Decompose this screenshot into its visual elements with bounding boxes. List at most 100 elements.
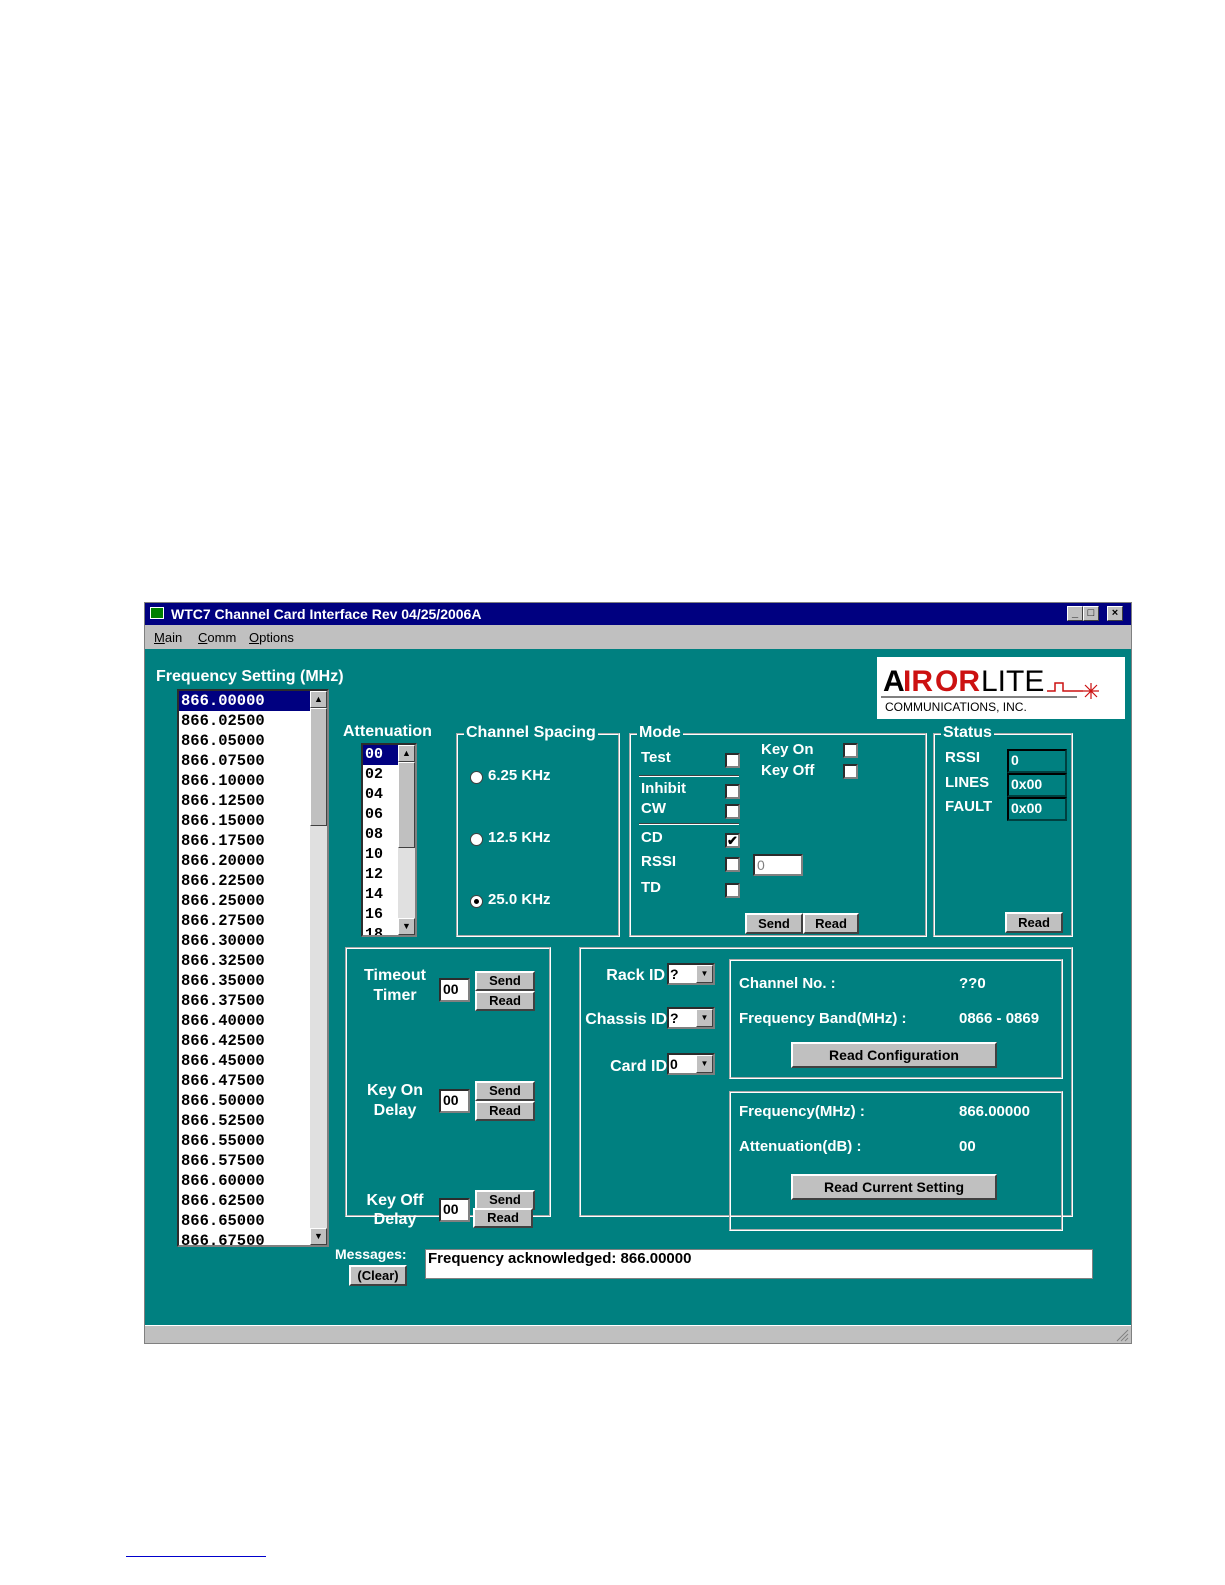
key-on-delay-label-1: Key On: [366, 1082, 423, 1099]
frequency-scrollbar[interactable]: ▲ ▼: [310, 691, 327, 1245]
menu-main[interactable]: Main: [154, 630, 182, 645]
frequency-list-item[interactable]: 866.05000: [179, 731, 327, 751]
read-configuration-button[interactable]: Read Configuration: [791, 1042, 997, 1068]
channel-no-value: ??0: [959, 975, 986, 992]
svg-text:COMMUNICATIONS, INC.: COMMUNICATIONS, INC.: [885, 700, 1027, 714]
app-icon[interactable]: [150, 607, 164, 619]
card-id-select[interactable]: 0 ▼: [667, 1053, 715, 1075]
key-on-label: Key On: [761, 741, 814, 758]
close-button[interactable]: ×: [1107, 606, 1123, 621]
timeout-send-button[interactable]: Send: [475, 971, 535, 991]
spacing-option-12-5: 12.5 KHz: [488, 829, 551, 846]
maximize-button[interactable]: □: [1083, 606, 1099, 621]
inhibit-checkbox[interactable]: [725, 784, 740, 799]
frequency-list-item[interactable]: 866.60000: [179, 1171, 327, 1191]
read-current-setting-button[interactable]: Read Current Setting: [791, 1174, 997, 1200]
footer-line: [126, 1556, 266, 1557]
messages-field[interactable]: Frequency acknowledged: 866.00000: [425, 1249, 1093, 1279]
mode-inhibit-label: Inhibit: [641, 780, 686, 797]
key-off-delay-field[interactable]: 00: [439, 1198, 470, 1222]
chevron-down-icon[interactable]: ▼: [696, 1009, 713, 1027]
frequency-list-item[interactable]: 866.40000: [179, 1011, 327, 1031]
frequency-list-item[interactable]: 866.67500: [179, 1231, 327, 1245]
scroll-down-icon[interactable]: ▼: [398, 918, 415, 935]
frequency-list-item[interactable]: 866.00000: [179, 691, 327, 711]
frequency-list-item[interactable]: 866.25000: [179, 891, 327, 911]
frequency-list-item[interactable]: 866.37500: [179, 991, 327, 1011]
mode-read-button[interactable]: Read: [803, 913, 859, 934]
frequency-list[interactable]: 866.00000 866.02500 866.05000 866.07500 866.…: [177, 689, 329, 1247]
clear-messages-button[interactable]: (Clear): [349, 1265, 407, 1286]
attenuation-label: Attenuation: [343, 723, 432, 740]
frequency-list-item[interactable]: 866.65000: [179, 1211, 327, 1231]
channel-spacing-label: Channel Spacing: [464, 724, 598, 742]
scroll-up-icon[interactable]: ▲: [310, 691, 327, 708]
frequency-list-item[interactable]: 866.62500: [179, 1191, 327, 1211]
frequency-list-item[interactable]: 866.50000: [179, 1091, 327, 1111]
frequency-list-item[interactable]: 866.20000: [179, 851, 327, 871]
scroll-thumb[interactable]: [398, 762, 415, 848]
frequency-list-item[interactable]: 866.47500: [179, 1071, 327, 1091]
frequency-list-item[interactable]: 866.45000: [179, 1051, 327, 1071]
cd-checkbox[interactable]: ✔: [725, 833, 740, 848]
frequency-list-item[interactable]: 866.10000: [179, 771, 327, 791]
frequency-list-item[interactable]: 866.57500: [179, 1151, 327, 1171]
chassis-id-select[interactable]: ? ▼: [667, 1007, 715, 1029]
mode-group: Mode Test Inhibit CW CD ✔ RSSI 0 TD Key …: [629, 724, 927, 937]
spacing-radio-25-0[interactable]: [470, 895, 483, 908]
minimize-button[interactable]: _: [1067, 606, 1083, 621]
menu-options[interactable]: Options: [249, 630, 294, 645]
frequency-list-item[interactable]: 866.27500: [179, 911, 327, 931]
frequency-list-item[interactable]: 866.52500: [179, 1111, 327, 1131]
key-off-label: Key Off: [761, 762, 815, 779]
scroll-up-icon[interactable]: ▲: [398, 745, 415, 762]
rack-id-select[interactable]: ? ▼: [667, 963, 715, 985]
spacing-radio-6-25[interactable]: [470, 771, 483, 784]
spacing-radio-12-5[interactable]: [470, 833, 483, 846]
status-bar: [145, 1325, 1131, 1343]
svg-text:A: A: [883, 665, 905, 698]
timeout-timer-field[interactable]: 00: [439, 978, 470, 1002]
frequency-list-item[interactable]: 866.02500: [179, 711, 327, 731]
messages-label: Messages:: [335, 1246, 407, 1262]
key-on-checkbox[interactable]: [843, 743, 858, 758]
frequency-list-item[interactable]: 866.30000: [179, 931, 327, 951]
menu-comm[interactable]: Comm: [198, 630, 236, 645]
key-off-delay-label-1: Key Off: [366, 1192, 424, 1209]
frequency-list-item[interactable]: 866.35000: [179, 971, 327, 991]
frequency-list-item[interactable]: 866.15000: [179, 811, 327, 831]
test-checkbox[interactable]: [725, 753, 740, 768]
rssi-value-field[interactable]: 0: [753, 854, 803, 876]
key-off-checkbox[interactable]: [843, 764, 858, 779]
key-on-send-button[interactable]: Send: [475, 1081, 535, 1101]
frequency-list-item[interactable]: 866.42500: [179, 1031, 327, 1051]
rssi-checkbox[interactable]: [725, 857, 740, 872]
attenuation-list[interactable]: 00 02 04 06 08 10 12 14 16 18 ▲ ▼: [361, 743, 417, 937]
td-checkbox[interactable]: [725, 883, 740, 898]
scroll-thumb[interactable]: [310, 708, 327, 826]
title-bar[interactable]: WTC7 Channel Card Interface Rev 04/25/20…: [145, 603, 1131, 625]
frequency-band-label: Frequency Band(MHz) :: [739, 1010, 907, 1027]
cw-checkbox[interactable]: [725, 804, 740, 819]
frequency-list-item[interactable]: 866.22500: [179, 871, 327, 891]
frequency-list-item[interactable]: 866.17500: [179, 831, 327, 851]
mode-send-button[interactable]: Send: [745, 913, 803, 934]
key-on-delay-field[interactable]: 00: [439, 1089, 470, 1113]
frequency-list-item[interactable]: 866.32500: [179, 951, 327, 971]
frequency-list-item[interactable]: 866.12500: [179, 791, 327, 811]
key-off-read-button[interactable]: Read: [473, 1208, 533, 1228]
status-read-button[interactable]: Read: [1005, 912, 1063, 933]
frequency-list-item[interactable]: 866.07500: [179, 751, 327, 771]
chevron-down-icon[interactable]: ▼: [696, 1055, 713, 1073]
mode-label: Mode: [637, 724, 683, 742]
timeout-label-2: Timer: [373, 987, 417, 1004]
key-on-read-button[interactable]: Read: [475, 1101, 535, 1121]
chevron-down-icon[interactable]: ▼: [696, 965, 713, 983]
key-off-send-button[interactable]: Send: [475, 1190, 535, 1210]
timeout-read-button[interactable]: Read: [475, 991, 535, 1011]
frequency-list-item[interactable]: 866.55000: [179, 1131, 327, 1151]
resize-grip-icon[interactable]: [1115, 1328, 1129, 1342]
scroll-down-icon[interactable]: ▼: [310, 1228, 327, 1245]
attenuation-scrollbar[interactable]: ▲ ▼: [398, 745, 415, 935]
mode-cw-label: CW: [641, 800, 666, 817]
